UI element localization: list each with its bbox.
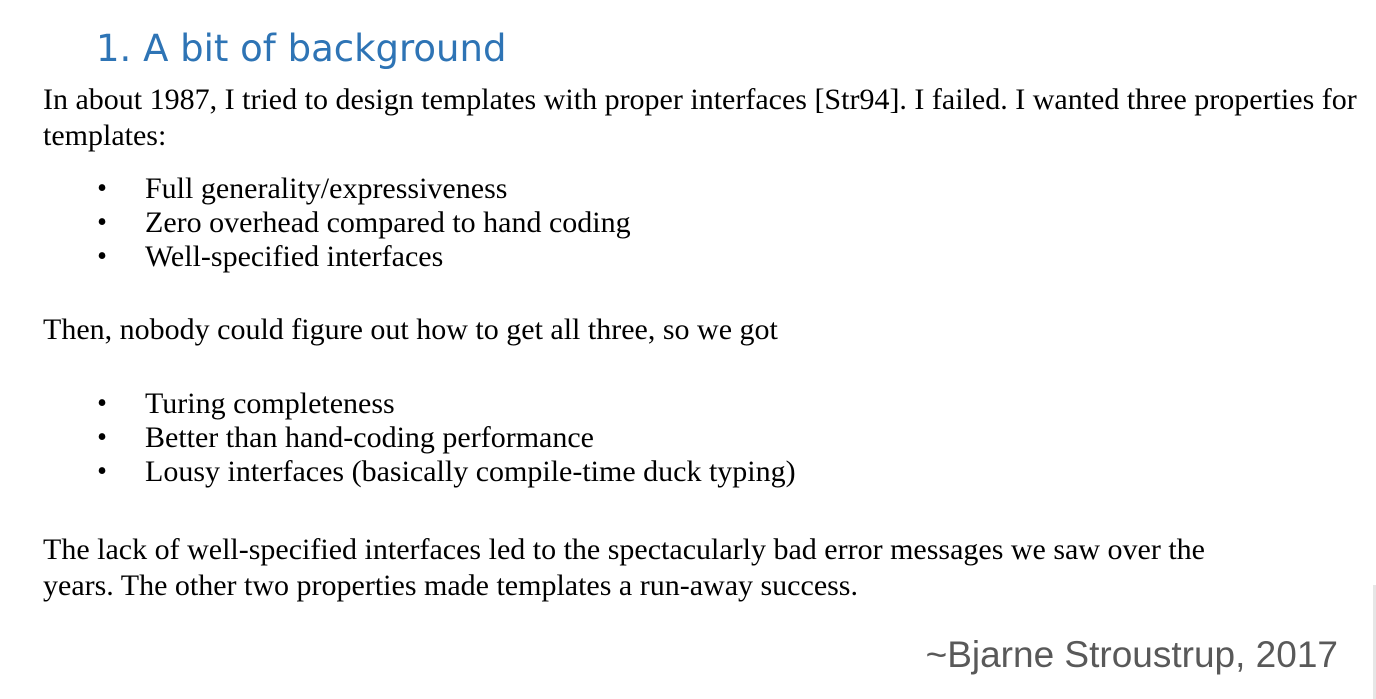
list-item-text: Zero overhead compared to hand coding [145, 206, 631, 239]
bullet-icon: • [97, 388, 107, 419]
intro-paragraph: In about 1987, I tried to design templat… [43, 83, 1357, 152]
list-item-text: Better than hand-coding performance [145, 421, 594, 454]
bullet-icon: • [97, 456, 107, 487]
section-heading: 1. A bit of background [96, 27, 507, 70]
bullet-icon: • [97, 207, 107, 238]
conclusion-paragraph: The lack of well-specified interfaces le… [43, 532, 1363, 604]
quote-attribution: ~Bjarne Stroustrup, 2017 [925, 634, 1338, 675]
list-item-text: Lousy interfaces (basically compile-time… [145, 455, 796, 488]
conclusion-line-2: years. The other two properties made tem… [43, 569, 858, 602]
document-page: 1. A bit of background In about 1987, I … [0, 0, 1376, 699]
bullet-icon: • [97, 173, 107, 204]
bullet-icon: • [97, 241, 107, 272]
conclusion-line-1: The lack of well-specified interfaces le… [43, 533, 1205, 566]
bullet-icon: • [97, 422, 107, 453]
list-item-text: Turing completeness [145, 387, 395, 420]
list-item-text: Full generality/expressiveness [145, 172, 508, 205]
transition-paragraph: Then, nobody could figure out how to get… [43, 313, 778, 346]
list-item-text: Well-specified interfaces [145, 240, 444, 273]
